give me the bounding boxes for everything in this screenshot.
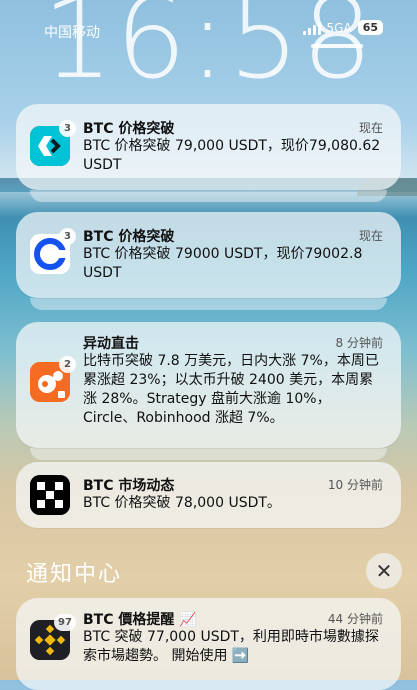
notification-body: BTC 价格突破 79,000 USDT，现价79,080.62 USDT [83,138,381,173]
network-label: 5GA [326,20,352,35]
notification-body: BTC 价格突破 78,000 USDT。 [83,495,281,511]
lockscreen-clock: 16:58 [42,0,375,104]
notification-count-badge: 3 [59,228,76,245]
status-right: 5GA 65 [302,20,383,35]
notification-title: BTC 价格突破 [83,229,175,245]
stack-shadow [30,448,387,460]
notification-time: 现在 [358,121,383,135]
notification-time: 现在 [358,229,383,243]
status-bar: 中国移动 5GA 65 [0,18,417,42]
battery-icon: 65 [357,20,383,35]
control-center-indicator [311,44,363,48]
notification-card[interactable]: 3 BTC 价格突破 现在 BTC 价格突破 79,000 USDT，现价79,… [16,104,401,190]
notification-body: 比特币突破 7.8 万美元，日内大涨 7%，本周已累涨超 23%；以太币升破 2… [83,353,379,426]
signal-icon [302,21,321,35]
notification-card[interactable]: 2 异动直击 8 分钟前 比特币突破 7.8 万美元，日内大涨 7%，本周已累涨… [16,322,401,448]
stack-shadow [30,190,387,202]
notification-title: BTC 价格突破 [83,121,175,137]
notification-count-badge: 2 [59,356,76,373]
okx-icon [30,475,70,515]
notification-title: BTC 市场动态 [83,478,175,494]
notification-title: BTC 價格提醒 📈 [83,612,197,628]
carrier-label: 中国移动 [44,25,100,41]
notification-body: BTC 价格突破 79000 USDT，现价79002.8 USDT [83,246,363,281]
notification-count-badge: 3 [59,120,76,137]
clear-notifications-button[interactable]: ✕ [366,553,402,589]
notification-time: 44 分钟前 [327,612,383,626]
notification-center-title: 通知中心 [26,562,123,587]
notification-body: BTC 突破 77,000 USDT，利用即時市場數據探索市場趨勢。 開始使用 … [83,629,379,664]
notification-time: 10 分钟前 [327,478,383,492]
notification-count-badge: 97 [54,614,76,631]
notification-card[interactable]: 97 BTC 價格提醒 📈 44 分钟前 BTC 突破 77,000 USDT，… [16,598,401,690]
notification-time: 8 分钟前 [335,336,383,350]
notification-card[interactable]: 3 BTC 价格突破 现在 BTC 价格突破 79000 USDT，现价7900… [16,212,401,298]
notification-card[interactable]: BTC 市场动态 10 分钟前 BTC 价格突破 78,000 USDT。 [16,462,401,528]
notification-title: 异动直击 [83,336,139,352]
close-icon: ✕ [375,559,393,583]
stack-shadow [30,298,387,310]
